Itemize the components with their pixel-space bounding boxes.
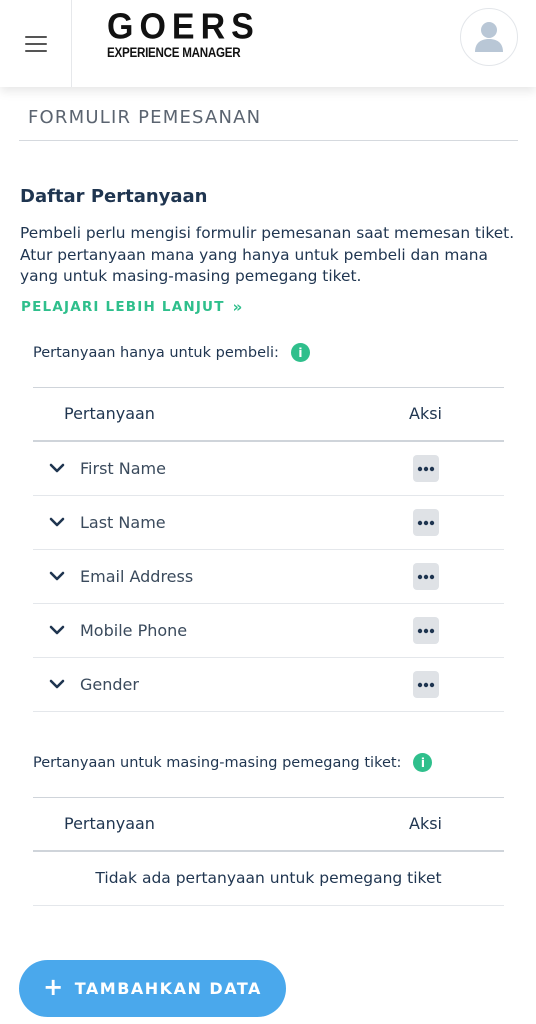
question-name: Email Address bbox=[80, 567, 194, 586]
holder-questions-table: Pertanyaan Aksi Tidak ada pertanyaan unt… bbox=[33, 797, 504, 906]
chevron-down-icon[interactable] bbox=[48, 459, 66, 477]
ellipsis-icon bbox=[417, 574, 435, 579]
column-header-question: Pertanyaan bbox=[64, 814, 155, 833]
learn-more-link[interactable]: PELAJARI LEBIH LANJUT » bbox=[21, 298, 243, 316]
ellipsis-icon bbox=[417, 682, 435, 687]
holder-questions-label: Pertanyaan untuk masing-masing pemegang … bbox=[33, 754, 402, 771]
logo-main-text: GOERS bbox=[107, 7, 260, 47]
add-data-button[interactable]: + TAMBAHKAN DATA bbox=[19, 960, 286, 1017]
question-name: Last Name bbox=[80, 513, 166, 532]
learn-more-label: PELAJARI LEBIH LANJUT bbox=[21, 299, 225, 315]
column-header-action: Aksi bbox=[409, 814, 442, 833]
holder-questions-label-row: Pertanyaan untuk masing-masing pemegang … bbox=[33, 753, 433, 772]
plus-icon: + bbox=[43, 973, 65, 1001]
table-header: Pertanyaan Aksi bbox=[33, 387, 504, 442]
user-avatar-button[interactable] bbox=[460, 8, 518, 66]
goers-logo[interactable]: GOERS EXPERIENCE MANAGER bbox=[107, 7, 262, 60]
section-title: FORMULIR PEMESANAN bbox=[28, 107, 262, 128]
logo-sub-text: EXPERIENCE MANAGER bbox=[107, 45, 241, 60]
double-chevron-right-icon: » bbox=[232, 298, 243, 316]
buyer-questions-table: Pertanyaan Aksi First Name Last Name Ema… bbox=[33, 387, 504, 712]
info-icon[interactable]: i bbox=[290, 343, 310, 362]
ellipsis-icon bbox=[417, 628, 435, 633]
hamburger-icon bbox=[24, 35, 47, 52]
more-actions-button[interactable] bbox=[413, 455, 439, 482]
chevron-down-icon[interactable] bbox=[48, 621, 66, 639]
add-data-label: TAMBAHKAN DATA bbox=[74, 979, 262, 998]
column-header-action: Aksi bbox=[409, 404, 442, 423]
table-row: Last Name bbox=[33, 496, 504, 550]
more-actions-button[interactable] bbox=[413, 509, 439, 536]
table-row: Gender bbox=[33, 658, 504, 712]
ellipsis-icon bbox=[417, 466, 435, 471]
question-name: First Name bbox=[80, 459, 166, 478]
chevron-down-icon[interactable] bbox=[48, 567, 66, 585]
question-name: Gender bbox=[80, 675, 139, 694]
app-header: GOERS EXPERIENCE MANAGER bbox=[0, 0, 536, 87]
table-header: Pertanyaan Aksi bbox=[33, 797, 504, 852]
divider bbox=[19, 140, 518, 141]
more-actions-button[interactable] bbox=[413, 617, 439, 644]
more-actions-button[interactable] bbox=[413, 563, 439, 590]
hamburger-menu-button[interactable] bbox=[0, 0, 72, 87]
table-row: First Name bbox=[33, 442, 504, 496]
buyer-questions-label-row: Pertanyaan hanya untuk pembeli: i bbox=[33, 343, 310, 362]
chevron-down-icon[interactable] bbox=[48, 675, 66, 693]
column-header-question: Pertanyaan bbox=[64, 404, 155, 423]
questions-heading: Daftar Pertanyaan bbox=[20, 186, 208, 207]
table-row: Email Address bbox=[33, 550, 504, 604]
chevron-down-icon[interactable] bbox=[48, 513, 66, 531]
info-icon[interactable]: i bbox=[413, 753, 433, 772]
more-actions-button[interactable] bbox=[413, 671, 439, 698]
empty-state-row: Tidak ada pertanyaan untuk pemegang tike… bbox=[33, 852, 504, 906]
buyer-questions-label: Pertanyaan hanya untuk pembeli: bbox=[33, 344, 279, 361]
table-row: Mobile Phone bbox=[33, 604, 504, 658]
question-name: Mobile Phone bbox=[80, 621, 188, 640]
questions-description: Pembeli perlu mengisi formulir pemesanan… bbox=[20, 224, 515, 285]
user-icon bbox=[475, 22, 503, 52]
ellipsis-icon bbox=[417, 520, 435, 525]
